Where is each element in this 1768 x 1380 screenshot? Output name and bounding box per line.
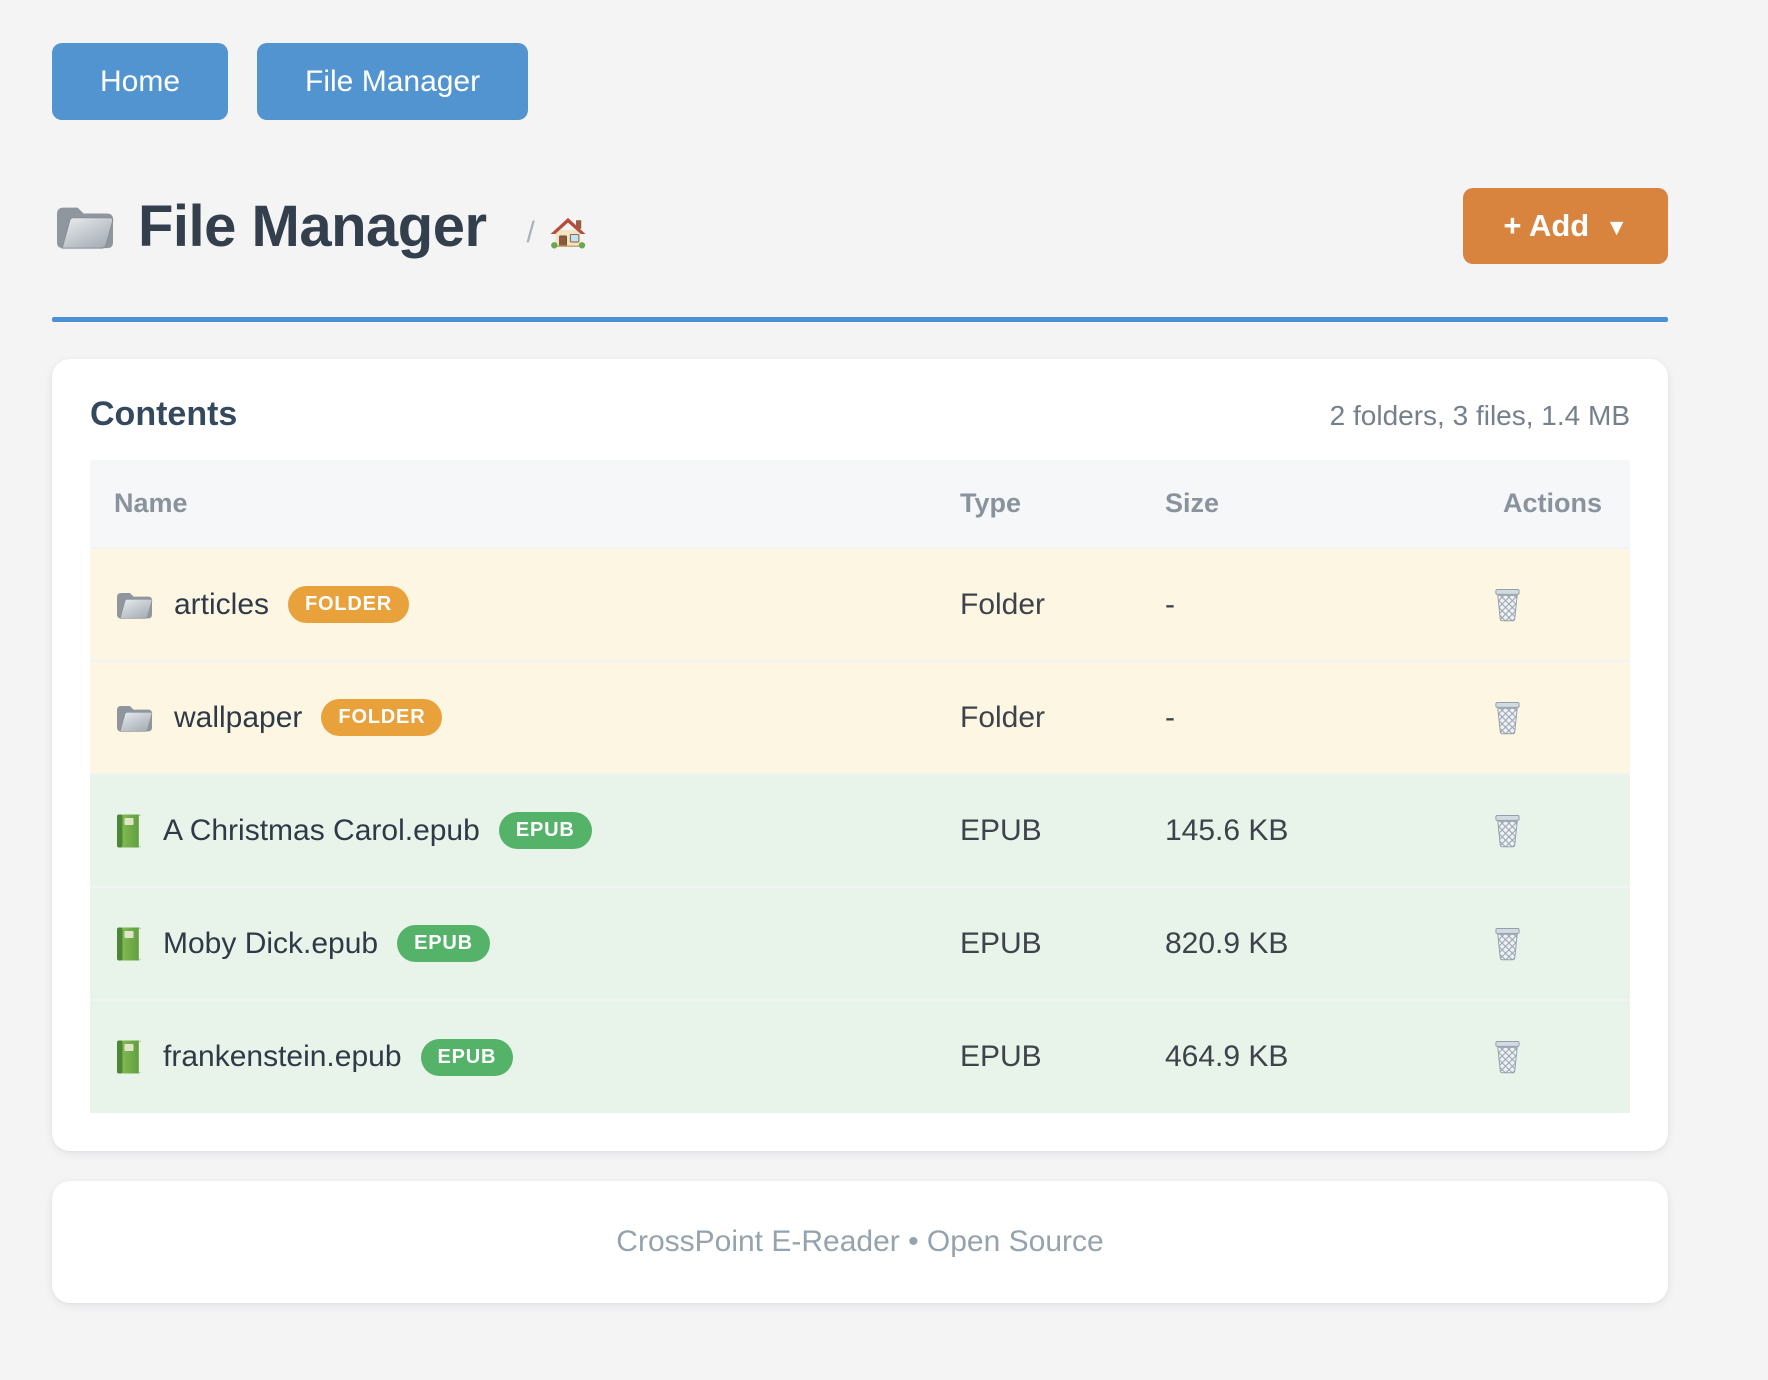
page-header: File Manager / <box>52 188 1668 264</box>
contents-table: Name Type Size Actions articles FOLDER <box>90 460 1630 1113</box>
type-cell: EPUB <box>960 1000 1165 1113</box>
table-header-row: Name Type Size Actions <box>90 460 1630 548</box>
column-header-size: Size <box>1165 460 1385 548</box>
trash-icon <box>1492 723 1523 738</box>
footer: CrossPoint E-Reader • Open Source <box>52 1181 1668 1303</box>
table-row: articles FOLDER Folder - <box>90 548 1630 661</box>
book-icon <box>114 926 144 962</box>
type-cell: EPUB <box>960 887 1165 1000</box>
type-badge: FOLDER <box>321 699 442 736</box>
delete-button[interactable] <box>1488 583 1527 626</box>
file-name[interactable]: wallpaper <box>174 701 302 735</box>
folder-icon <box>52 198 118 254</box>
home-breadcrumb-button[interactable] <box>549 216 587 250</box>
folder-icon <box>114 700 155 735</box>
table-row: Moby Dick.epub EPUB EPUB 820.9 KB <box>90 887 1630 1000</box>
contents-table-body: articles FOLDER Folder - <box>90 548 1630 1113</box>
breadcrumb-separator: / <box>527 216 535 250</box>
contents-summary: 2 folders, 3 files, 1.4 MB <box>1330 400 1630 432</box>
size-cell: 820.9 KB <box>1165 887 1385 1000</box>
trash-icon <box>1492 836 1523 851</box>
file-name[interactable]: frankenstein.epub <box>163 1040 402 1074</box>
nav-home-button[interactable]: Home <box>52 43 228 120</box>
contents-card-header: Contents 2 folders, 3 files, 1.4 MB <box>90 395 1630 434</box>
column-header-name: Name <box>90 460 960 548</box>
caret-down-icon: ▼ <box>1605 214 1628 239</box>
type-cell: Folder <box>960 661 1165 774</box>
breadcrumb: / <box>527 202 587 250</box>
trash-icon <box>1492 610 1523 625</box>
column-header-type: Type <box>960 460 1165 548</box>
book-icon <box>114 813 144 849</box>
file-name[interactable]: articles <box>174 588 269 622</box>
add-button-label: + Add <box>1503 208 1589 244</box>
folder-icon <box>114 587 155 622</box>
trash-icon <box>1492 949 1523 964</box>
type-badge: EPUB <box>499 812 592 849</box>
book-icon <box>114 1039 144 1075</box>
title-wrap: File Manager / <box>52 193 587 260</box>
contents-card: Contents 2 folders, 3 files, 1.4 MB Name… <box>52 359 1668 1151</box>
size-cell: 464.9 KB <box>1165 1000 1385 1113</box>
type-cell: Folder <box>960 548 1165 661</box>
type-badge: EPUB <box>421 1039 514 1076</box>
type-badge: FOLDER <box>288 586 409 623</box>
type-badge: EPUB <box>397 925 490 962</box>
size-cell: - <box>1165 661 1385 774</box>
file-name[interactable]: A Christmas Carol.epub <box>163 814 480 848</box>
contents-title: Contents <box>90 395 237 434</box>
add-button[interactable]: + Add ▼ <box>1463 188 1668 264</box>
header-divider <box>52 317 1668 322</box>
footer-text: CrossPoint E-Reader • Open Source <box>616 1225 1103 1259</box>
column-header-actions: Actions <box>1385 460 1630 548</box>
table-row: frankenstein.epub EPUB EPUB 464.9 KB <box>90 1000 1630 1113</box>
size-cell: - <box>1165 548 1385 661</box>
file-name[interactable]: Moby Dick.epub <box>163 927 378 961</box>
size-cell: 145.6 KB <box>1165 774 1385 887</box>
delete-button[interactable] <box>1488 809 1527 852</box>
nav-file-manager-button[interactable]: File Manager <box>257 43 528 120</box>
house-icon <box>549 238 587 253</box>
top-nav: Home File Manager <box>52 43 1668 120</box>
delete-button[interactable] <box>1488 696 1527 739</box>
type-cell: EPUB <box>960 774 1165 887</box>
table-row: wallpaper FOLDER Folder - <box>90 661 1630 774</box>
page: Home File Manager File Manager / <box>52 0 1668 1303</box>
page-title: File Manager <box>138 193 487 260</box>
delete-button[interactable] <box>1488 922 1527 965</box>
trash-icon <box>1492 1062 1523 1077</box>
delete-button[interactable] <box>1488 1035 1527 1078</box>
table-row: A Christmas Carol.epub EPUB EPUB 145.6 K… <box>90 774 1630 887</box>
